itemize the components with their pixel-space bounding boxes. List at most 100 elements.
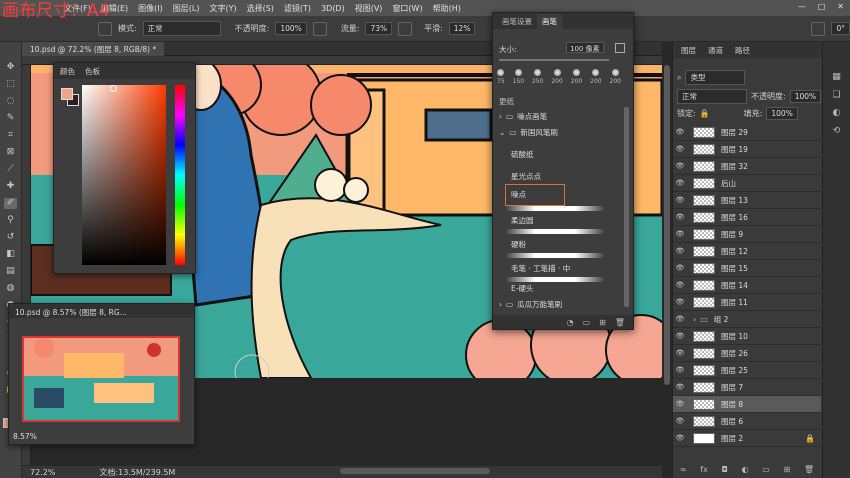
- eye-icon[interactable]: 👁: [673, 247, 687, 255]
- brush-tool-icon[interactable]: ✐: [4, 198, 17, 209]
- horizontal-scrollbar[interactable]: [340, 468, 490, 474]
- pressure-opacity-icon[interactable]: [312, 21, 327, 36]
- eyedropper-tool-icon[interactable]: ⟋: [4, 164, 17, 175]
- eye-icon[interactable]: 👁: [673, 349, 687, 357]
- layer-filter-select[interactable]: 类型: [685, 70, 746, 85]
- layer-row-selected[interactable]: 👁 图层 8: [673, 396, 821, 413]
- flow-field[interactable]: 73%: [365, 22, 393, 35]
- trash-icon[interactable]: 🗑: [615, 318, 625, 327]
- layer-blend-select[interactable]: 正常: [677, 89, 747, 104]
- eye-icon[interactable]: 👁: [673, 162, 687, 170]
- frame-tool-icon[interactable]: ⊠: [4, 147, 17, 158]
- brushes-scrollbar[interactable]: [624, 107, 629, 307]
- eye-icon[interactable]: 👁: [673, 179, 687, 187]
- trash-icon[interactable]: 🗑: [804, 465, 814, 474]
- status-zoom[interactable]: 72.2%: [30, 468, 55, 477]
- eye-icon[interactable]: 👁: [673, 417, 687, 425]
- layer-row[interactable]: 👁 图层 16: [673, 209, 821, 226]
- brush-group-guagua[interactable]: › ▭ 瓜瓜万能笔刷: [493, 297, 621, 311]
- brush-group-noise[interactable]: › ▭ 噪点画笔: [493, 109, 621, 123]
- color-picker-cursor[interactable]: [110, 85, 117, 92]
- menu-filter[interactable]: 滤镜(T): [284, 3, 311, 14]
- layer-group-row[interactable]: 👁 › ▭ 组 2: [673, 311, 821, 328]
- menu-layer[interactable]: 图层(L): [173, 3, 200, 14]
- navigator-thumbnail[interactable]: [22, 336, 180, 422]
- opacity-field[interactable]: 100%: [275, 22, 307, 35]
- tab-paths[interactable]: 路径: [735, 45, 750, 56]
- properties-icon[interactable]: ▦: [832, 72, 841, 82]
- menu-select[interactable]: 选择(S): [247, 3, 274, 14]
- layer-row[interactable]: 👁 图层 15: [673, 260, 821, 277]
- fill-field[interactable]: 100%: [766, 107, 798, 120]
- layer-row[interactable]: 👁 图层 9: [673, 226, 821, 243]
- new-brush-icon[interactable]: ⊞: [599, 318, 606, 327]
- smoothing-field[interactable]: 12%: [448, 22, 476, 35]
- eye-icon[interactable]: 👁: [673, 145, 687, 153]
- brush-item[interactable]: 更纸: [493, 94, 621, 108]
- eye-icon[interactable]: 👁: [673, 315, 687, 323]
- chevron-right-icon[interactable]: ›: [693, 315, 696, 324]
- eye-icon[interactable]: 👁: [673, 213, 687, 221]
- lock-icon[interactable]: 🔒: [700, 109, 710, 118]
- brush-item[interactable]: 星光点点: [493, 169, 621, 183]
- brush-item[interactable]: 毛笔 · 工笔描 · 中: [493, 261, 621, 275]
- adjustment-icon[interactable]: ◐: [742, 465, 749, 474]
- layer-row[interactable]: 👁 图层 10: [673, 328, 821, 345]
- tab-channels[interactable]: 通道: [708, 45, 723, 56]
- brush-item[interactable]: 柔边圆: [493, 213, 621, 227]
- brush-item[interactable]: 硬粉: [493, 237, 621, 251]
- menu-image[interactable]: 图像(I): [138, 3, 163, 14]
- layer-row[interactable]: 👁 后山: [673, 175, 821, 192]
- brush-group-guofeng[interactable]: ⌄ ▭ 新国风笔刷: [493, 125, 621, 139]
- brush-preset-picker[interactable]: [98, 21, 112, 36]
- brush-size-field[interactable]: 100 像素: [566, 42, 604, 53]
- eye-icon[interactable]: 👁: [673, 128, 687, 136]
- brush-size-slider[interactable]: [499, 59, 609, 61]
- link-icon[interactable]: ∞: [680, 465, 687, 474]
- healing-tool-icon[interactable]: ✚: [4, 181, 17, 192]
- eye-icon[interactable]: 👁: [673, 298, 687, 306]
- layer-row[interactable]: 👁 图层 19: [673, 141, 821, 158]
- color-picker-field[interactable]: [82, 85, 166, 265]
- layer-row[interactable]: 👁 图层 7: [673, 379, 821, 396]
- angle-field[interactable]: 0°: [831, 22, 850, 35]
- hue-slider[interactable]: [175, 85, 185, 265]
- layer-row[interactable]: 👁 图层 29: [673, 124, 821, 141]
- brush-item[interactable]: 硫酸纸: [493, 147, 621, 161]
- eye-icon[interactable]: 👁: [673, 434, 687, 442]
- eye-icon[interactable]: 👁: [673, 332, 687, 340]
- close-button[interactable]: ✕: [837, 2, 844, 11]
- mode-select[interactable]: 正常: [142, 21, 221, 36]
- new-preset-icon[interactable]: [615, 43, 625, 53]
- eye-icon[interactable]: 👁: [673, 264, 687, 272]
- libraries-icon[interactable]: ❏: [832, 90, 840, 100]
- tab-layers[interactable]: 图层: [681, 45, 696, 56]
- adjustments-icon[interactable]: ◐: [833, 108, 841, 118]
- menu-view[interactable]: 视图(V): [355, 3, 383, 14]
- layer-row[interactable]: 👁 图层 26: [673, 345, 821, 362]
- layer-row[interactable]: 👁 图层 2 🔒: [673, 430, 821, 447]
- layer-row[interactable]: 👁 图层 25: [673, 362, 821, 379]
- new-group-icon[interactable]: ▭: [583, 318, 591, 327]
- layer-row[interactable]: 👁 图层 11: [673, 294, 821, 311]
- history-brush-icon[interactable]: ↺: [4, 232, 17, 243]
- eye-icon[interactable]: 👁: [673, 281, 687, 289]
- blur-tool-icon[interactable]: ◍: [4, 283, 17, 294]
- menu-type[interactable]: 文字(Y): [209, 3, 236, 14]
- tab-color[interactable]: 颜色: [60, 66, 75, 77]
- navigator-title[interactable]: 10.psd @ 8.57% (图层 8, RG...: [9, 304, 194, 318]
- eye-icon[interactable]: 👁: [673, 400, 687, 408]
- eraser-tool-icon[interactable]: ◧: [4, 249, 17, 260]
- eye-icon[interactable]: 👁: [673, 366, 687, 374]
- layer-row[interactable]: 👁 图层 14: [673, 277, 821, 294]
- brush-item-selected[interactable]: 噪点: [493, 187, 621, 201]
- tab-brush-settings[interactable]: 画笔设置: [497, 14, 537, 29]
- document-tab[interactable]: 10.psd @ 72.2% (图层 8, RGB/8) *: [22, 42, 165, 56]
- toggle-visibility-icon[interactable]: ◔: [567, 318, 574, 327]
- move-tool-icon[interactable]: ✥: [4, 62, 17, 73]
- airbrush-icon[interactable]: [398, 21, 413, 36]
- menu-window[interactable]: 窗口(W): [392, 3, 422, 14]
- menu-3d[interactable]: 3D(D): [321, 4, 345, 13]
- eye-icon[interactable]: 👁: [673, 230, 687, 238]
- layer-row[interactable]: 👁 图层 32: [673, 158, 821, 175]
